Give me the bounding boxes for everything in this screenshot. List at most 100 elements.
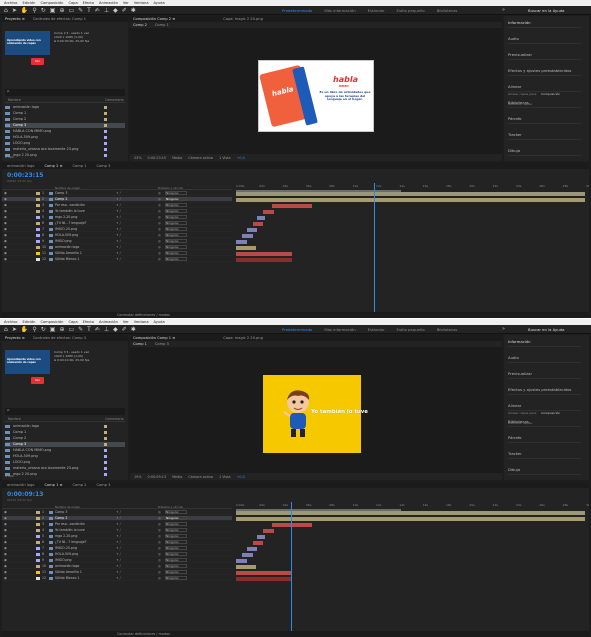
layer-row[interactable]: ◉ 5 mgo 2-20.png ✦ / ◎ Ninguno (2, 215, 232, 220)
rotate-tool-icon[interactable]: ↻ (41, 7, 46, 14)
parent-select[interactable]: Ninguno (165, 197, 187, 201)
layer-duration-bar[interactable] (262, 209, 274, 214)
parent-select[interactable]: Ninguno (165, 552, 187, 556)
layer-label-swatch[interactable] (36, 198, 40, 201)
stamp-tool-icon[interactable]: ⊥ (104, 7, 109, 14)
timeline-tab[interactable]: Comp 3 (96, 483, 110, 487)
parent-pick-whip-icon[interactable]: ◎ (158, 215, 161, 220)
menu-item-efecto[interactable]: Efecto (83, 320, 94, 324)
zoom-select[interactable]: 23% (134, 156, 142, 160)
exposure-value[interactable]: +0,0 (237, 156, 245, 160)
parent-select[interactable]: Ninguno (165, 245, 187, 249)
search-help-field[interactable]: Buscar en la Ayuda (528, 8, 564, 13)
layer-switches[interactable]: ✦ / (116, 239, 121, 244)
parent-pick-whip-icon[interactable]: ◎ (158, 516, 161, 521)
layer-duration-bar[interactable] (236, 245, 256, 250)
parent-pick-whip-icon[interactable]: ◎ (158, 221, 161, 226)
visibility-eye-icon[interactable]: ◉ (4, 564, 7, 569)
label-color-swatch[interactable] (104, 118, 107, 121)
layer-name[interactable]: IMIGO-20.png (55, 227, 115, 232)
parent-select[interactable]: Ninguno (165, 203, 187, 207)
parent-select[interactable]: Ninguno (165, 528, 187, 532)
col-name[interactable]: Nombre (8, 98, 21, 102)
label-color-swatch[interactable] (104, 461, 107, 464)
layer-name[interactable]: Sólido Amarillo 1 (55, 570, 115, 575)
parent-select[interactable]: Ninguno (165, 191, 187, 195)
menu-item-archivo[interactable]: Archivo (4, 320, 17, 324)
menu-item-efecto[interactable]: Efecto (83, 1, 94, 5)
visibility-eye-icon[interactable]: ◉ (4, 215, 7, 220)
layer-switches[interactable]: ✦ / (116, 251, 121, 256)
workspace-4[interactable]: Bibliotecas (437, 327, 458, 332)
layer-label-swatch[interactable] (36, 559, 40, 562)
selection-tool-icon[interactable]: ➤ (12, 326, 17, 333)
timeline-tab[interactable]: animación logo (7, 483, 34, 487)
parent-select[interactable]: Ninguno (165, 558, 187, 562)
workspace-1[interactable]: Más información (324, 327, 355, 332)
layer-name[interactable]: ¿TU NI...? lenguaje? (55, 221, 115, 226)
toggle-switches-modes[interactable]: Conmutar definiciones / modos (117, 632, 170, 636)
menu-item-composición[interactable]: Composición (40, 1, 63, 5)
layer-row[interactable]: ◉ 1 Comp 3 ✦ / ◎ Ninguno (2, 510, 232, 515)
layer-label-swatch[interactable] (36, 523, 40, 526)
layer-label-swatch[interactable] (36, 535, 40, 538)
menu-item-animación[interactable]: Animación (99, 1, 118, 5)
layer-switches[interactable]: ✦ / (116, 203, 121, 208)
menu-item-ventana[interactable]: Ventana (134, 1, 149, 5)
exposure-value[interactable]: +0,0 (237, 475, 245, 479)
layer-switches[interactable]: ✦ / (116, 564, 121, 569)
layer-name[interactable]: Sólido Blanco 1 (55, 257, 115, 262)
roto-tool-icon[interactable]: ✐ (122, 7, 127, 14)
menu-item-archivo[interactable]: Archivo (4, 1, 17, 5)
layer-row[interactable]: ◉ 2 Comp 2 ✦ / ◎ Ninguno (2, 197, 232, 202)
workspace-0[interactable]: Predeterminado (282, 8, 312, 13)
parent-pick-whip-icon[interactable]: ◎ (158, 534, 161, 539)
label-color-swatch[interactable] (104, 112, 107, 115)
panel-2[interactable]: Previsualizar (508, 50, 581, 60)
layer-switches[interactable]: ✦ / (116, 245, 121, 250)
panel-4[interactable]: Alinear (508, 401, 581, 411)
panel-6[interactable]: Párrafo (508, 433, 581, 443)
panel-0[interactable]: Información (508, 18, 581, 28)
col-parent[interactable]: Primario y vínculo (158, 186, 183, 190)
visibility-eye-icon[interactable]: ◉ (4, 522, 7, 527)
workspace-4[interactable]: Bibliotecas (437, 8, 458, 13)
visibility-eye-icon[interactable]: ◉ (4, 528, 7, 533)
workspace-more-icon[interactable]: » (502, 326, 505, 332)
workspace-3[interactable]: Estilo pequeño (397, 8, 425, 13)
parent-select[interactable]: Ninguno (165, 510, 187, 514)
label-color-swatch[interactable] (104, 467, 107, 470)
layer-switches[interactable]: ✦ / (116, 516, 121, 521)
tab-effect-controls[interactable]: Controles de efectos: Comp 3 (33, 336, 86, 340)
tab-composition[interactable]: Composición Comp 2 ≡ (133, 17, 175, 21)
layer-row[interactable]: ◉ 4 Yo también lo tuve ✦ / ◎ Ninguno (2, 528, 232, 533)
pen-tool-icon[interactable]: ✎ (78, 7, 83, 14)
parent-select[interactable]: Ninguno (165, 516, 187, 520)
parent-pick-whip-icon[interactable]: ◎ (158, 191, 161, 196)
layer-row[interactable]: ◉ 6 ¿TU NI...? lenguaje? ✦ / ◎ Ninguno (2, 221, 232, 226)
layer-name[interactable]: Comp 3 (55, 510, 115, 515)
search-help-field[interactable]: Buscar en la Ayuda (528, 327, 564, 332)
menu-item-composición[interactable]: Composición (40, 320, 63, 324)
label-color-swatch[interactable] (104, 449, 107, 452)
layer-switches[interactable]: ✦ / (116, 528, 121, 533)
visibility-eye-icon[interactable]: ◉ (4, 209, 7, 214)
brush-tool-icon[interactable]: ✍ (95, 7, 100, 14)
col-comment[interactable]: Comentario (105, 98, 124, 102)
stamp-tool-icon[interactable]: ⊥ (104, 326, 109, 333)
label-color-swatch[interactable] (104, 437, 107, 440)
home-icon[interactable]: ⌂ (4, 7, 8, 14)
panel-7[interactable]: Tracker (508, 449, 581, 459)
layer-row[interactable]: ◉ 8 HOLA-509.png ✦ / ◎ Ninguno (2, 552, 232, 557)
parent-select[interactable]: Ninguno (165, 546, 187, 550)
project-item[interactable]: Comp 2 (5, 117, 125, 122)
parent-select[interactable]: Ninguno (165, 209, 187, 213)
parent-pick-whip-icon[interactable]: ◎ (158, 227, 161, 232)
menu-item-ver[interactable]: Ver (123, 1, 129, 5)
parent-pick-whip-icon[interactable]: ◎ (158, 209, 161, 214)
parent-select[interactable]: Ninguno (165, 564, 187, 568)
layer-switches[interactable]: ✦ / (116, 552, 121, 557)
layer-row[interactable]: ◉ 3 Por eso...condición ✦ / ◎ Ninguno (2, 522, 232, 527)
project-item[interactable]: materia_urbana ara locamente 23.png (5, 147, 125, 152)
home-icon[interactable]: ⌂ (4, 326, 8, 333)
